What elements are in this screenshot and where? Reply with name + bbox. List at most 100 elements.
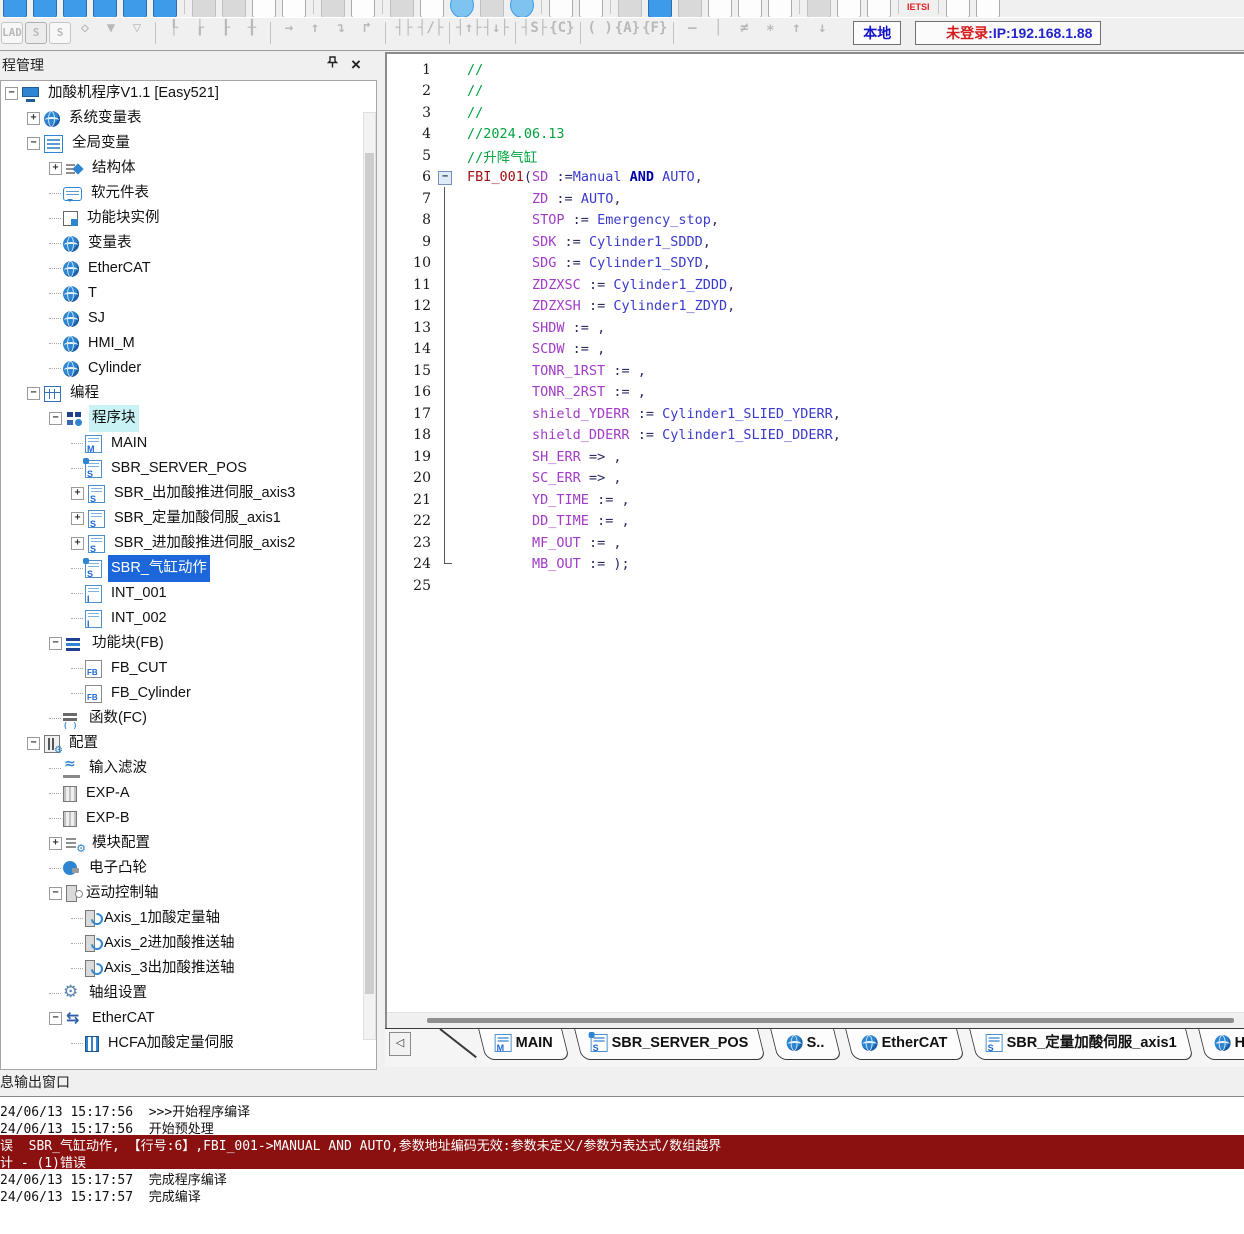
tree-item[interactable]: +SBR_进加酸推进伺服_axis2 (1, 531, 376, 556)
tree-expander[interactable]: + (71, 537, 84, 550)
down-arrow-hollow-icon[interactable]: ▽ (125, 20, 149, 44)
contact-nc-icon[interactable]: ┤/├ (418, 20, 443, 44)
wire-corner-down-icon[interactable]: ↴ (329, 20, 353, 44)
login-status[interactable]: 未登录:IP:192.168.1.88 (915, 21, 1101, 45)
tree-item[interactable]: 软元件表 (1, 181, 376, 206)
line-up-icon[interactable]: ↑ (784, 20, 808, 44)
tree-item[interactable]: 输入滤波 (1, 756, 376, 781)
il-st-convert-icon[interactable]: IETSI (907, 2, 930, 12)
toolbar-icon[interactable] (390, 0, 414, 17)
tree-item[interactable]: FB_CUT (1, 656, 376, 681)
toolbar-icon[interactable] (738, 0, 762, 17)
toolbar-icon[interactable] (33, 0, 57, 17)
output-line[interactable]: 24/06/13 15:17:56 开始预处理 (0, 1118, 1244, 1135)
tree-expander[interactable]: − (49, 637, 62, 650)
tab-MAIN[interactable]: MAIN (478, 1029, 570, 1060)
toolbar-icon[interactable] (192, 0, 216, 17)
output-line[interactable]: 误 SBR_气缸动作, 【行号:6】,FBI_001->MANUAL AND A… (0, 1135, 1244, 1152)
tree-item[interactable]: −配置 (1, 731, 376, 756)
branch-parallel-icon[interactable]: ┠ (214, 20, 238, 44)
rung-icon[interactable]: ╂ (240, 20, 264, 44)
coil-out-icon[interactable]: ( ) (587, 20, 612, 44)
tree-item[interactable]: −全局变量 (1, 131, 376, 156)
code-line[interactable]: 17 shield_YDERR := Cylinder1_SLIED_YDERR… (387, 403, 1244, 425)
tab-SBR_定量加酸伺服_axis1[interactable]: SBR_定量加酸伺服_axis1 (969, 1029, 1194, 1060)
code-line[interactable]: 22 DD_TIME := , (387, 511, 1244, 533)
tree-expander[interactable]: − (49, 1012, 62, 1025)
code-line[interactable]: 12 ZDZXSH := Cylinder1_ZDYD, (387, 296, 1244, 318)
tree-item[interactable]: −编程 (1, 381, 376, 406)
coil-f-icon[interactable]: {F} (642, 20, 667, 44)
tree-item[interactable]: SBR_气缸动作 (1, 556, 376, 581)
tree-item[interactable]: MAIN (1, 431, 376, 456)
tree-item[interactable]: +模块配置 (1, 831, 376, 856)
tree-expander[interactable]: − (27, 387, 40, 400)
tree-item[interactable]: SJ (1, 306, 376, 331)
editor-scrollbar-thumb[interactable] (427, 1018, 1234, 1023)
line-down-icon[interactable]: ↓ (810, 20, 834, 44)
code-line[interactable]: 16 TONR_2RST := , (387, 382, 1244, 404)
code-line[interactable]: 7 ZD := AUTO, (387, 188, 1244, 210)
lad-editor-icon[interactable]: LAD (1, 22, 23, 44)
code-line[interactable]: 13 SHDW := , (387, 317, 1244, 339)
toolbar-icon[interactable] (837, 0, 861, 17)
tree-expander[interactable]: − (27, 137, 40, 150)
toolbar-icon[interactable] (153, 0, 177, 17)
code-line[interactable]: 24 MB_OUT := ); (387, 554, 1244, 576)
code-line[interactable]: 9 SDK := Cylinder1_SDDD, (387, 231, 1244, 253)
tree-vertical-scrollbar[interactable] (363, 112, 376, 1040)
tree-expander[interactable]: + (27, 112, 40, 125)
tree-expander[interactable]: + (71, 512, 84, 525)
toolbar-icon[interactable] (579, 0, 603, 17)
contact-set-icon[interactable]: ┤S├ (522, 20, 547, 44)
toolbar-icon[interactable] (351, 0, 375, 17)
tab-scroll-left-button[interactable]: ◁ (389, 1032, 411, 1056)
tab-EtherCAT[interactable]: EtherCAT (845, 1029, 965, 1060)
code-line[interactable]: 5//升降气缸 (387, 145, 1244, 167)
tree-item[interactable]: T (1, 281, 376, 306)
tree-item[interactable]: Cylinder (1, 356, 376, 381)
code-line[interactable]: 15 TONR_1RST := , (387, 360, 1244, 382)
tree-item[interactable]: Axis_3出加酸推送轴 (1, 956, 376, 981)
tree-item[interactable]: FB_Cylinder (1, 681, 376, 706)
output-line[interactable]: 24/06/13 15:17:56 >>>开始程序编译 (0, 1101, 1244, 1118)
output-line[interactable]: 24/06/13 15:17:57 完成编译 (0, 1186, 1244, 1203)
vline-icon[interactable]: │ (706, 20, 730, 44)
tree-item[interactable]: Axis_2进加酸推送轴 (1, 931, 376, 956)
branch-close-icon[interactable]: ┟ (188, 20, 212, 44)
tree-item[interactable]: −程序块 (1, 406, 376, 431)
tree-item[interactable]: +结构体 (1, 156, 376, 181)
tree-item[interactable]: SBR_SERVER_POS (1, 456, 376, 481)
sfc-icon[interactable]: S (49, 22, 71, 44)
wire-up-icon[interactable]: ↑ (303, 20, 327, 44)
tree-item[interactable]: EXP-B (1, 806, 376, 831)
toolbar-icon[interactable] (420, 0, 444, 17)
tree-item[interactable]: EtherCAT (1, 256, 376, 281)
toolbar-icon[interactable] (976, 0, 1000, 17)
tree-item[interactable]: 变量表 (1, 231, 376, 256)
tree-expander[interactable]: − (5, 87, 18, 100)
tree-expander[interactable]: − (49, 887, 62, 900)
contact-falling-icon[interactable]: ┤↓├ (484, 20, 509, 44)
tree-item[interactable]: Axis_1加酸定量轴 (1, 906, 376, 931)
toolbar-icon[interactable] (946, 0, 970, 17)
editor-horizontal-scrollbar[interactable] (387, 1012, 1244, 1028)
toolbar-icon[interactable] (618, 0, 642, 17)
code-line[interactable]: 23 MF_OUT := , (387, 532, 1244, 554)
tree-expander[interactable]: + (71, 487, 84, 500)
tree-item[interactable]: HCFA加酸定量伺服 (1, 1031, 376, 1056)
fold-collapse-box[interactable]: − (438, 171, 452, 185)
toolbar-icon[interactable] (321, 0, 345, 17)
code-line[interactable]: 18 shield_DDERR := Cylinder1_SLIED_DDERR… (387, 425, 1244, 447)
tree-item[interactable]: INT_002 (1, 606, 376, 631)
code-line[interactable]: 19 SH_ERR => , (387, 446, 1244, 468)
toolbar-icon[interactable] (123, 0, 147, 17)
tree-expander[interactable]: − (49, 412, 62, 425)
tab-HMI_M[interactable]: HMI_M (1198, 1029, 1244, 1060)
code-line[interactable]: 8 STOP := Emergency_stop, (387, 210, 1244, 232)
wire-right-icon[interactable]: → (277, 20, 301, 44)
code-line[interactable]: 4//2024.06.13 (387, 124, 1244, 146)
local-mode-button[interactable]: 本地 (853, 21, 901, 45)
toolbar-icon[interactable] (3, 0, 27, 17)
tree-expander[interactable]: + (49, 162, 62, 175)
